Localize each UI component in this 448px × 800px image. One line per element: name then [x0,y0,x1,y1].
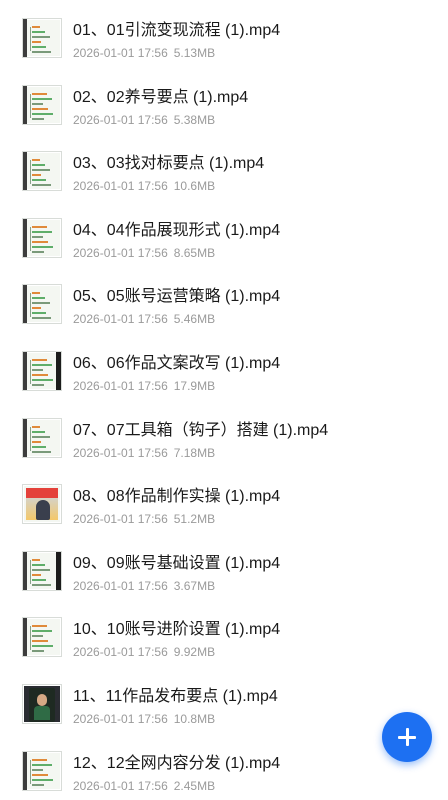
video-thumbnail [22,750,62,791]
file-row[interactable]: 04、04作品展现形式 (1).mp4 2026-01-01 17:56 8.65M… [0,200,448,267]
video-thumbnail [22,484,62,525]
file-date: 2026-01-01 17:56 [73,711,168,726]
file-info: 03、03找对标要点 (1).mp4 2026-01-01 17:56 10.6MB [73,151,264,194]
file-date: 2026-01-01 17:56 [73,512,168,527]
file-date: 2026-01-01 17:56 [73,312,168,327]
file-size: 3.67MB [173,578,216,593]
file-size: 10.8MB [173,711,216,726]
video-thumbnail [22,417,62,458]
file-name: 06、06作品文案改写 (1).mp4 [73,354,281,372]
plus-icon [398,728,416,746]
file-date: 2026-01-01 17:56 [73,378,168,393]
file-row[interactable]: 11、11作品发布要点 (1).mp4 2026-01-01 17:56 10.8M… [0,666,448,733]
file-info: 12、12全网内容分发 (1).mp4 2026-01-01 17:56 2.45M… [73,751,280,794]
file-info: 10、10账号进阶设置 (1).mp4 2026-01-01 17:56 9.92M… [73,617,280,660]
video-thumbnail [22,18,62,58]
file-name: 05、05账号运营策略 (1).mp4 [73,288,281,306]
file-name: 04、04作品展现形式 (1).mp4 [73,221,281,239]
file-date: 2026-01-01 17:56 [73,179,168,194]
file-browser: 01、01引流变现流程 (1).mp4 2026-01-01 17:56 5.13M… [0,0,448,800]
file-meta: 2026-01-01 17:56 3.67MB [73,578,280,594]
file-row[interactable]: 12、12全网内容分发 (1).mp4 2026-01-01 17:56 2.45M… [0,733,448,800]
file-row[interactable]: 09、09账号基础设置 (1).mp4 2026-01-01 17:56 3.67M… [0,533,448,600]
file-info: 06、06作品文案改写 (1).mp4 2026-01-01 17:56 17.9M… [73,351,280,394]
file-name: 12、12全网内容分发 (1).mp4 [73,754,281,772]
file-size: 5.46MB [173,312,216,327]
file-name: 01、01引流变现流程 (1).mp4 [73,22,281,39]
video-thumbnail [22,683,62,724]
file-size: 2.45MB [173,778,216,793]
file-row[interactable]: 08、08作品制作实操 (1).mp4 2026-01-01 17:56 51.2M… [0,466,448,533]
file-row[interactable]: 03、03找对标要点 (1).mp4 2026-01-01 17:56 10.6MB [0,133,448,200]
file-meta: 2026-01-01 17:56 5.46MB [73,311,280,327]
file-row[interactable]: 10、10账号进阶设置 (1).mp4 2026-01-01 17:56 9.92M… [0,599,448,666]
file-info: 05、05账号运营策略 (1).mp4 2026-01-01 17:56 5.46M… [73,284,280,327]
file-info: 09、09账号基础设置 (1).mp4 2026-01-01 17:56 3.67M… [73,551,280,594]
file-size: 5.13MB [173,46,216,60]
video-thumbnail [22,617,62,658]
video-thumbnail [22,217,62,258]
file-info: 11、11作品发布要点 (1).mp4 2026-01-01 17:56 10.8M… [73,684,278,727]
file-meta: 2026-01-01 17:56 17.9MB [73,378,280,394]
file-date: 2026-01-01 17:56 [73,245,168,260]
file-meta: 2026-01-01 17:56 10.8MB [73,711,278,727]
file-date: 2026-01-01 17:56 [73,645,168,660]
file-list: 01、01引流变现流程 (1).mp4 2026-01-01 17:56 5.13M… [0,0,448,799]
file-size: 8.65MB [173,245,216,260]
file-size: 5.38MB [173,112,216,127]
file-name: 03、03找对标要点 (1).mp4 [73,155,265,173]
file-info: 07、07工具箱（钩子）搭建 (1).mp4 2026-01-01 17:56 7.… [73,418,328,461]
file-meta: 2026-01-01 17:56 7.18MB [73,445,328,461]
file-date: 2026-01-01 17:56 [73,578,168,593]
file-size: 17.9MB [173,378,216,393]
file-row[interactable]: 05、05账号运营策略 (1).mp4 2026-01-01 17:56 5.46M… [0,266,448,333]
file-name: 11、11作品发布要点 (1).mp4 [73,687,278,705]
file-date: 2026-01-01 17:56 [73,778,168,793]
file-info: 01、01引流变现流程 (1).mp4 2026-01-01 17:56 5.13M… [73,18,280,61]
video-thumbnail [22,84,62,125]
file-name: 07、07工具箱（钩子）搭建 (1).mp4 [73,421,329,439]
video-thumbnail [22,550,62,591]
video-thumbnail [22,151,62,192]
video-thumbnail [22,350,62,391]
file-info: 04、04作品展现形式 (1).mp4 2026-01-01 17:56 8.65M… [73,218,280,261]
file-info: 02、02养号要点 (1).mp4 2026-01-01 17:56 5.38MB [73,85,248,128]
file-meta: 2026-01-01 17:56 8.65MB [73,245,280,261]
file-meta: 2026-01-01 17:56 5.13MB [73,45,280,61]
file-info: 08、08作品制作实操 (1).mp4 2026-01-01 17:56 51.2M… [73,484,280,527]
file-size: 10.6MB [173,179,216,194]
file-row[interactable]: 01、01引流变现流程 (1).mp4 2026-01-01 17:56 5.13M… [0,0,448,67]
file-name: 10、10账号进阶设置 (1).mp4 [73,621,281,639]
file-meta: 2026-01-01 17:56 5.38MB [73,112,248,128]
file-row[interactable]: 06、06作品文案改写 (1).mp4 2026-01-01 17:56 17.9M… [0,333,448,400]
file-name: 02、02养号要点 (1).mp4 [73,88,249,106]
file-meta: 2026-01-01 17:56 10.6MB [73,178,264,194]
file-date: 2026-01-01 17:56 [73,112,168,127]
file-date: 2026-01-01 17:56 [73,445,168,460]
file-size: 9.92MB [173,645,216,660]
file-row[interactable]: 07、07工具箱（钩子）搭建 (1).mp4 2026-01-01 17:56 7.… [0,400,448,467]
file-meta: 2026-01-01 17:56 9.92MB [73,644,280,660]
file-size: 7.18MB [173,445,216,460]
file-meta: 2026-01-01 17:56 2.45MB [73,778,280,794]
file-meta: 2026-01-01 17:56 51.2MB [73,511,280,527]
file-name: 09、09账号基础设置 (1).mp4 [73,554,281,572]
video-thumbnail [22,284,62,325]
file-row[interactable]: 02、02养号要点 (1).mp4 2026-01-01 17:56 5.38MB [0,67,448,134]
file-name: 08、08作品制作实操 (1).mp4 [73,488,281,506]
file-size: 51.2MB [173,512,216,527]
file-date: 2026-01-01 17:56 [73,46,168,60]
add-button[interactable] [382,712,432,762]
